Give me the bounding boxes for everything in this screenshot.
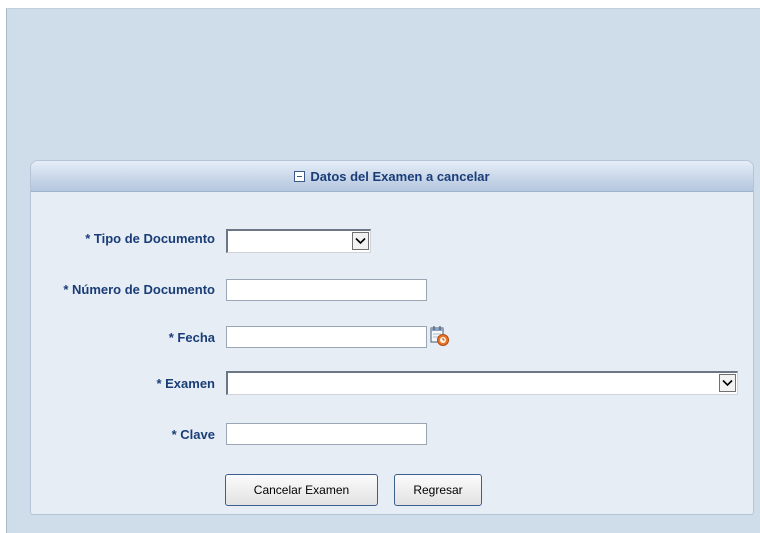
numero-documento-label: * Número de Documento: [63, 282, 215, 297]
clave-input[interactable]: [226, 423, 427, 445]
regresar-button[interactable]: Regresar: [394, 474, 482, 506]
tipo-documento-label: * Tipo de Documento: [85, 231, 215, 246]
examen-label: * Examen: [156, 376, 215, 391]
examen-dropdown-button[interactable]: [719, 374, 736, 392]
tipo-documento-dropdown-button[interactable]: [352, 232, 369, 250]
clave-label: * Clave: [171, 427, 215, 442]
chevron-down-icon: [722, 379, 733, 387]
numero-documento-input[interactable]: [226, 279, 427, 301]
panel-title: Datos del Examen a cancelar: [310, 168, 490, 184]
tipo-documento-select[interactable]: [226, 229, 371, 253]
fecha-label: * Fecha: [168, 330, 215, 345]
chevron-down-icon: [355, 237, 366, 245]
collapse-icon[interactable]: [294, 170, 306, 182]
panel-header[interactable]: Datos del Examen a cancelar: [31, 161, 753, 192]
fecha-input[interactable]: [226, 326, 427, 348]
calendar-icon[interactable]: [430, 325, 450, 347]
examen-select[interactable]: [226, 371, 738, 395]
cancelar-examen-button[interactable]: Cancelar Examen: [225, 474, 378, 506]
